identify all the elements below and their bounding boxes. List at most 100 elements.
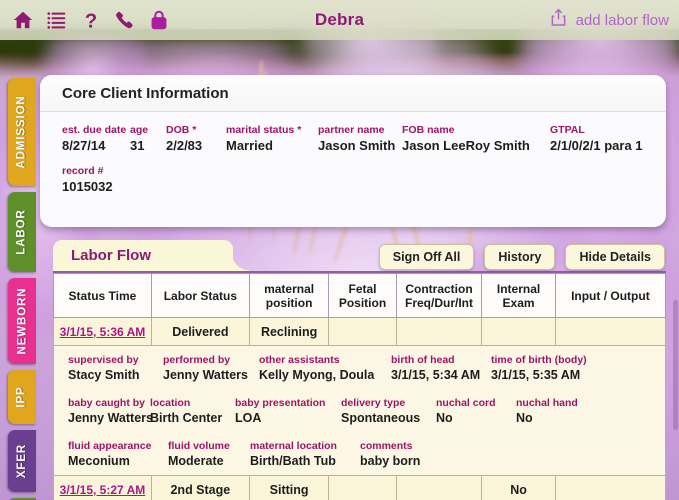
maternal-position-cell[interactable]: Reclining <box>249 318 329 346</box>
field-label: nuchal cord <box>436 396 516 410</box>
field-label: comments <box>360 439 480 453</box>
field-label: est. due date <box>62 123 130 137</box>
field-label: marital status * <box>226 123 318 137</box>
labor-flow-body: 3/1/15, 5:36 AMDeliveredRecliningsupervi… <box>54 318 666 500</box>
internal-exam-cell[interactable] <box>482 318 555 346</box>
status-time-cell[interactable]: 3/1/15, 5:27 AM <box>54 476 152 500</box>
labor-flow-tab[interactable]: Labor Flow <box>53 240 233 271</box>
labor-status-cell[interactable]: Delivered <box>151 318 249 346</box>
table-row[interactable]: 3/1/15, 5:27 AM 2nd StageSitting No <box>54 476 666 500</box>
column-header-fetal-position[interactable]: FetalPosition <box>329 274 396 318</box>
column-header-internal-exam[interactable]: InternalExam <box>482 274 555 318</box>
hide-details-button[interactable]: Hide Details <box>565 244 665 270</box>
sidebar-item-ipp[interactable]: IPP <box>8 370 36 424</box>
field-supervised-by: supervised byStacy Smith <box>68 353 163 384</box>
sidebar-item-newborn[interactable]: NEWBORN <box>8 278 36 364</box>
sidebar-item-label: LABOR <box>16 209 28 254</box>
column-header-input-output[interactable]: Input / Output <box>555 274 665 318</box>
field-label: fluid volume <box>168 439 250 453</box>
internal-exam-cell[interactable]: No <box>482 476 555 500</box>
field-label: maternal location <box>250 439 360 453</box>
field-dob: DOB *2/2/83 <box>166 123 226 154</box>
input-output-cell[interactable] <box>555 318 665 346</box>
top-toolbar: ? Debra add labor flow <box>0 0 679 40</box>
field-value: Meconium <box>68 453 168 470</box>
field-age: age31 <box>130 123 166 154</box>
field-label: age <box>130 123 166 137</box>
field-value: 31 <box>130 137 166 154</box>
field-label: baby caught by <box>68 396 150 410</box>
field-label: DOB * <box>166 123 226 137</box>
field-label: time of birth (body) <box>491 353 621 367</box>
field-est-due-date: est. due date8/27/14 <box>62 123 130 154</box>
sidebar-item-xfer[interactable]: XFER <box>8 430 36 492</box>
core-client-information-card: Core Client Information est. due date8/2… <box>40 75 666 227</box>
history-button[interactable]: History <box>484 244 555 270</box>
contraction-cell[interactable] <box>396 318 482 346</box>
field-birth-of-head: birth of head3/1/15, 5:34 AM <box>391 353 491 384</box>
field-location: locationBirth Center <box>150 396 235 427</box>
field-fluid-appearance: fluid appearanceMeconium <box>68 439 168 470</box>
status-time-link[interactable]: 3/1/15, 5:36 AM <box>60 325 146 339</box>
sign-off-all-button[interactable]: Sign Off All <box>379 244 475 270</box>
field-label: partner name <box>318 123 402 137</box>
column-header-status-time[interactable]: Status Time <box>54 274 152 318</box>
sidebar-item-admission[interactable]: ADMISSION <box>8 78 36 186</box>
maternal-position-cell[interactable]: Sitting <box>249 476 329 500</box>
field-value: 1015032 <box>62 178 262 195</box>
field-time-of-birth-body: time of birth (body)3/1/15, 5:35 AM <box>491 353 621 384</box>
field-label: baby presentation <box>235 396 341 410</box>
core-field-row-1: est. due date8/27/14age31DOB *2/2/83mari… <box>62 123 644 154</box>
detail-row: supervised byStacy Smithperformed byJenn… <box>54 346 666 390</box>
field-partner-name: partner nameJason Smith <box>318 123 402 154</box>
field-value: 2/1/0/2/1 para 1 <box>550 137 643 154</box>
field-label: performed by <box>163 353 259 367</box>
contraction-cell[interactable] <box>396 476 482 500</box>
field-value: baby born <box>360 453 480 470</box>
field-value: Birth/Bath Tub <box>250 453 360 470</box>
labor-flow-toolbar: Sign Off All History Hide Details <box>379 244 665 270</box>
labor-flow-header-row: Status TimeLabor StatusmaternalpositionF… <box>54 274 666 318</box>
field-value: Kelly Myong, Doula <box>259 367 391 384</box>
field-other-assistants: other assistantsKelly Myong, Doula <box>259 353 391 384</box>
sidebar-item-label: ADMISSION <box>16 95 28 168</box>
column-header-labor-status[interactable]: Labor Status <box>151 274 249 318</box>
detail-row: fluid appearanceMeconiumfluid volumeMode… <box>54 432 666 476</box>
column-header-contraction-freq-dur-int[interactable]: ContractionFreq/Dur/Int <box>396 274 482 318</box>
status-time-link[interactable]: 3/1/15, 5:27 AM <box>60 483 146 497</box>
status-time-cell[interactable]: 3/1/15, 5:36 AM <box>54 318 152 346</box>
field-value: Moderate <box>168 453 250 470</box>
labor-flow-panel: Status TimeLabor StatusmaternalpositionF… <box>53 271 666 500</box>
field-label: nuchal hand <box>516 396 596 410</box>
fetal-position-cell[interactable] <box>329 476 396 500</box>
sidebar-item-label: XFER <box>16 444 28 478</box>
field-value: 3/1/15, 5:35 AM <box>491 367 621 384</box>
field-value: Jason Smith <box>318 137 402 154</box>
table-row[interactable]: 3/1/15, 5:36 AM DeliveredReclining <box>54 318 666 346</box>
detail-cell: fluid appearanceMeconiumfluid volumeMode… <box>54 432 666 476</box>
core-field-row-2: record #1015032 <box>62 164 644 195</box>
sidebar-item-labor[interactable]: LABOR <box>8 192 36 272</box>
add-labor-flow-button[interactable]: add labor flow <box>548 7 669 34</box>
column-header-maternal-position[interactable]: maternalposition <box>249 274 329 318</box>
field-value: Jenny Watters <box>163 367 259 384</box>
fetal-position-cell[interactable] <box>329 318 396 346</box>
field-value: Stacy Smith <box>68 367 163 384</box>
field-value: Spontaneous <box>341 410 436 427</box>
field-label: fluid appearance <box>68 439 168 453</box>
field-baby-presentation: baby presentationLOA <box>235 396 341 427</box>
vertical-scrollbar[interactable] <box>673 300 678 430</box>
field-label: birth of head <box>391 353 491 367</box>
field-fluid-volume: fluid volumeModerate <box>168 439 250 470</box>
field-value: Jason LeeRoy Smith <box>402 137 550 154</box>
field-marital-status: marital status *Married <box>226 123 318 154</box>
field-delivery-type: delivery typeSpontaneous <box>341 396 436 427</box>
field-value: Birth Center <box>150 410 235 427</box>
field-value: No <box>516 410 596 427</box>
input-output-cell[interactable] <box>555 476 665 500</box>
detail-cell: baby caught byJenny WatterslocationBirth… <box>54 389 666 432</box>
field-value: 8/27/14 <box>62 137 130 154</box>
field-value: Married <box>226 137 318 154</box>
labor-status-cell[interactable]: 2nd Stage <box>151 476 249 500</box>
detail-cell: supervised byStacy Smithperformed byJenn… <box>54 346 666 390</box>
